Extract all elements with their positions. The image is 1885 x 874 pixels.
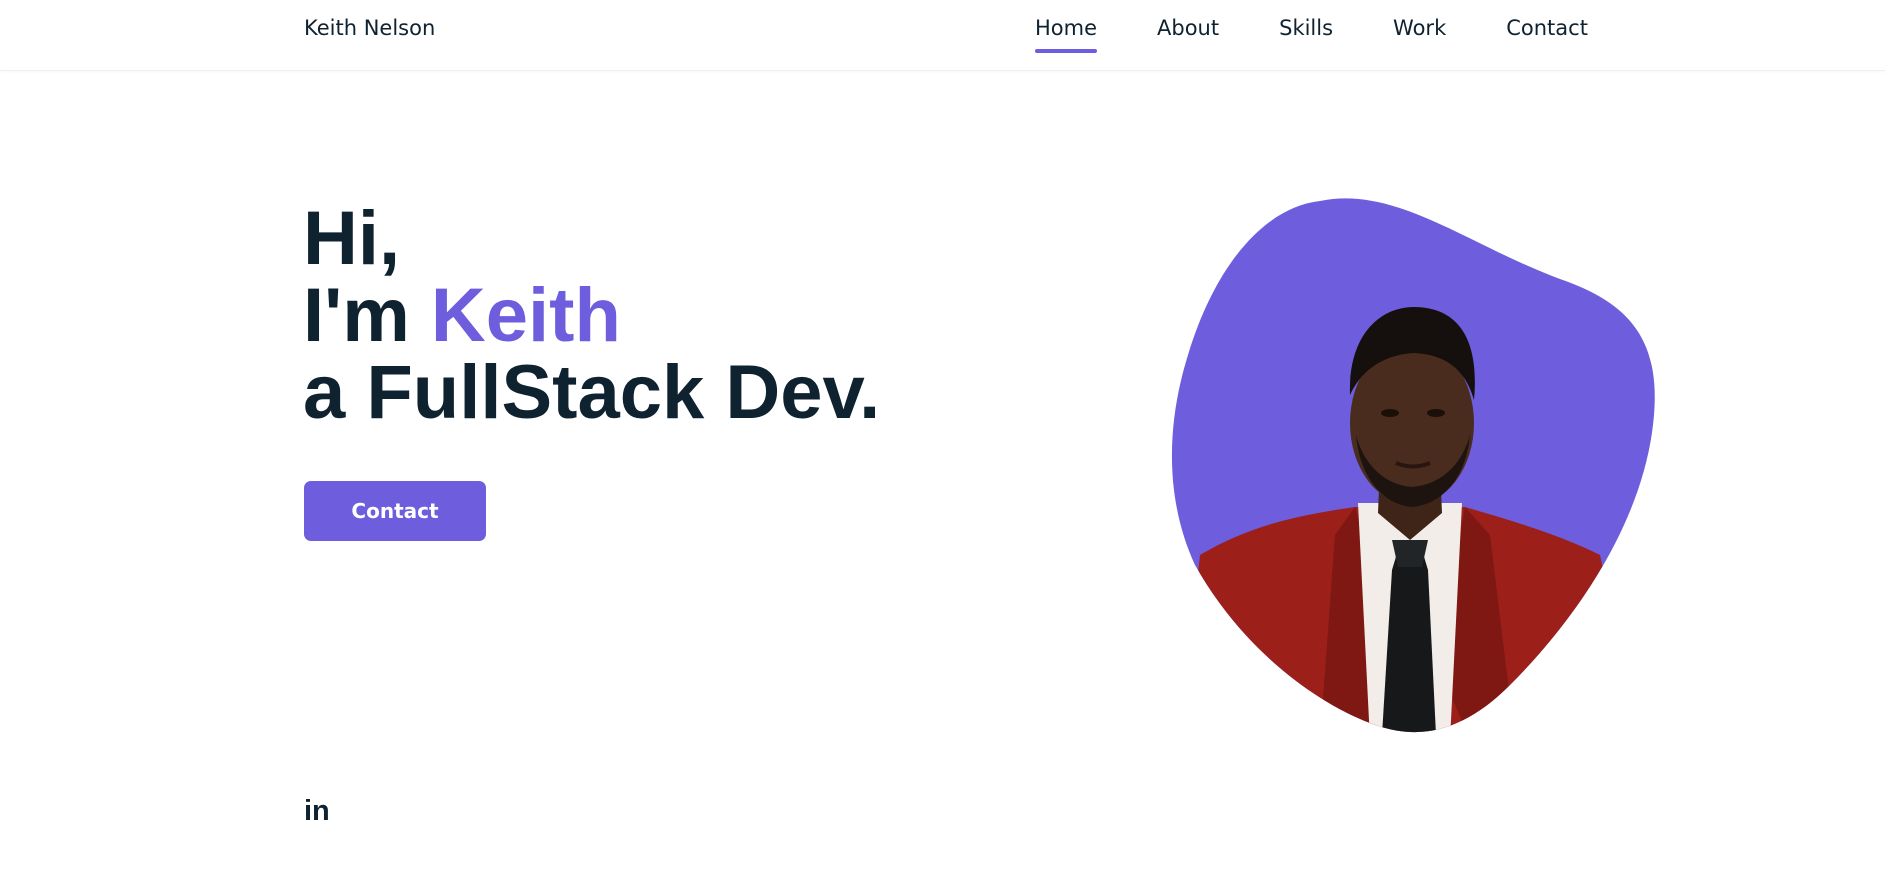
nav-item-skills[interactable]: Skills (1279, 16, 1333, 40)
portrait-eye-right (1427, 409, 1445, 417)
linkedin-icon[interactable]: in (304, 795, 330, 828)
nav-item-work[interactable]: Work (1393, 16, 1446, 40)
hero-role: a FullStack Dev. (303, 350, 881, 435)
hero-name: Keith (430, 273, 621, 358)
hero-intro-prefix: I'm (303, 273, 431, 358)
main-nav: Home About Skills Work Contact (1035, 16, 1588, 53)
nav-item-about[interactable]: About (1157, 16, 1219, 40)
nav-item-contact[interactable]: Contact (1506, 16, 1588, 40)
portrait-eye-left (1381, 409, 1399, 417)
contact-button[interactable]: Contact (304, 481, 486, 541)
hero-blob-image (1171, 198, 1655, 733)
hero-greeting: Hi, (303, 196, 401, 281)
site-header: Keith Nelson Home About Skills Work Cont… (0, 0, 1885, 71)
portrait-tie-knot (1392, 540, 1428, 567)
nav-item-home[interactable]: Home (1035, 16, 1098, 53)
logo[interactable]: Keith Nelson (304, 16, 435, 40)
hero-title: Hi, I'm Keith a FullStack Dev. (303, 200, 880, 431)
